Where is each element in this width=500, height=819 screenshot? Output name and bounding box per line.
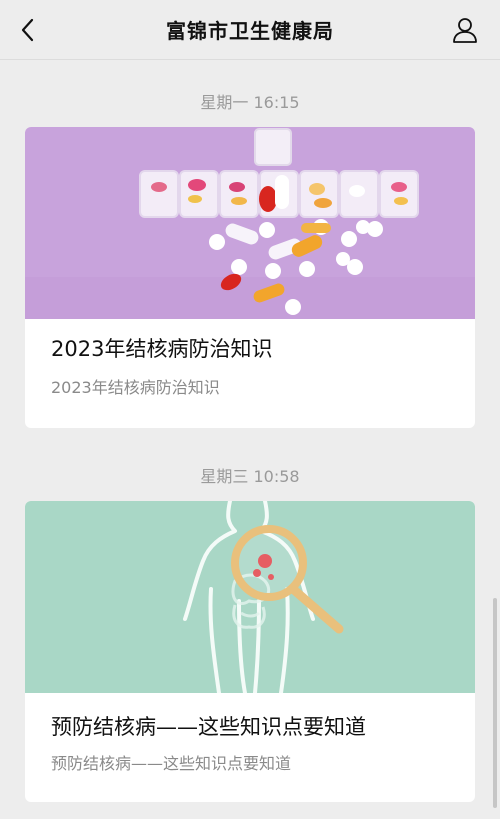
article-title: 预防结核病——这些知识点要知道 bbox=[51, 715, 366, 739]
chevron-left-icon bbox=[21, 18, 34, 42]
article-title: 2023年结核病防治知识 bbox=[51, 337, 273, 361]
article-description: 预防结核病——这些知识点要知道 bbox=[51, 754, 292, 773]
scrollbar[interactable] bbox=[493, 598, 497, 808]
body-magnifier-image bbox=[25, 501, 475, 693]
article-card[interactable]: 2023年结核病防治知识 2023年结核病防治知识 bbox=[25, 127, 475, 428]
user-icon bbox=[453, 18, 477, 43]
message-timestamp: 星期三 10:58 bbox=[200, 467, 300, 486]
top-nav-bar: 富锦市卫生健康局 bbox=[0, 0, 500, 60]
article-description: 2023年结核病防治知识 bbox=[51, 378, 220, 397]
message-timestamp: 星期一 16:15 bbox=[200, 93, 300, 112]
back-button[interactable] bbox=[14, 16, 42, 44]
page-title: 富锦市卫生健康局 bbox=[166, 19, 334, 43]
article-card[interactable]: 预防结核病——这些知识点要知道 预防结核病——这些知识点要知道 bbox=[25, 501, 475, 802]
profile-button[interactable] bbox=[450, 15, 480, 45]
pills-organizer-image bbox=[25, 127, 475, 319]
